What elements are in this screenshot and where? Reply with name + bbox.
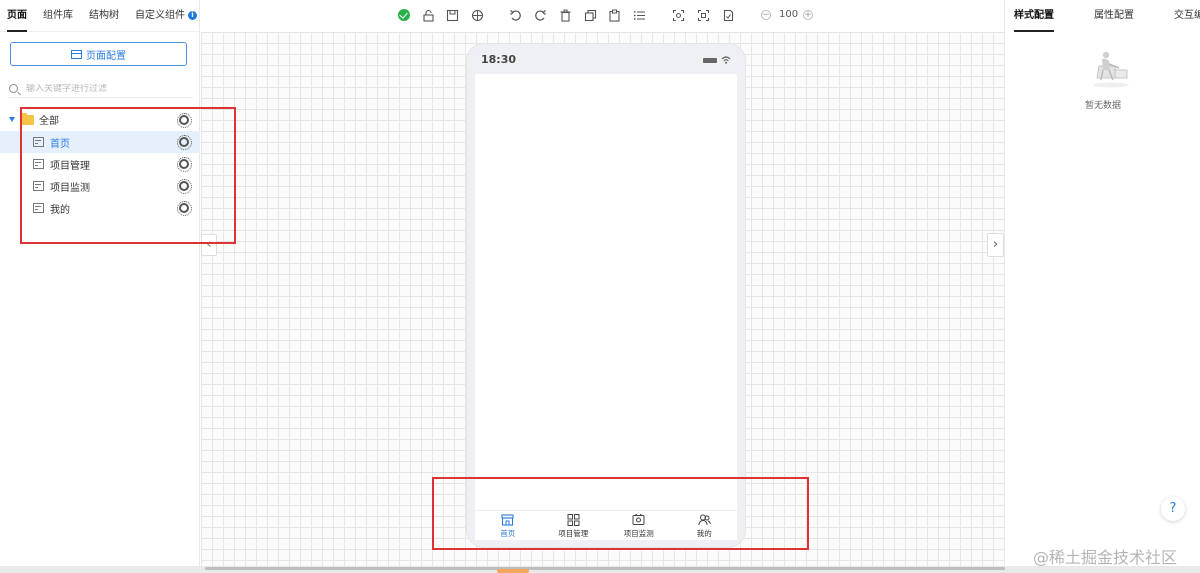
tab-custom-components[interactable]: 自定义组件 i — [135, 0, 197, 32]
gear-icon[interactable] — [177, 135, 192, 150]
phone-screen[interactable] — [475, 74, 737, 540]
gear-icon[interactable] — [177, 179, 192, 194]
left-panel: 页面 组件库 结构树 自定义组件i 页面配置 全部 首页 项目管理 — [0, 0, 200, 566]
crosshair-icon[interactable] — [471, 9, 484, 22]
phone-tab-label: 项目监测 — [623, 529, 654, 538]
trash-icon[interactable] — [559, 9, 572, 22]
tab-custom-components-label: 自定义组件 — [135, 9, 185, 21]
page-config-icon — [71, 49, 82, 59]
page-icon — [33, 181, 44, 191]
gear-icon[interactable] — [177, 113, 192, 128]
horizontal-scrollbar[interactable] — [205, 567, 1005, 570]
tab-style-config-label: 样式配置 — [1014, 10, 1054, 21]
phone-tab-project-management[interactable]: 项目管理 — [541, 511, 607, 540]
user-icon — [698, 514, 711, 526]
help-button[interactable]: ? — [1161, 497, 1185, 521]
tab-style-config[interactable]: 样式配置 — [1014, 0, 1054, 32]
monitor-icon — [632, 514, 645, 525]
grid-icon — [567, 514, 580, 526]
export-icon[interactable] — [722, 9, 735, 22]
tab-interaction-edit[interactable]: 交互编辑 — [1174, 0, 1200, 32]
phone-time: 18:30 — [481, 53, 517, 66]
info-icon[interactable]: i — [188, 10, 197, 20]
page-icon — [33, 159, 44, 169]
wifi-icon — [721, 56, 731, 64]
store-icon — [501, 514, 514, 526]
page-icon — [33, 137, 44, 147]
tab-interaction-edit-label: 交互编辑 — [1174, 10, 1200, 21]
tab-component-library[interactable]: 组件库 — [43, 0, 73, 32]
check-circle-icon[interactable] — [398, 9, 410, 21]
tree-root-label: 全部 — [39, 116, 59, 127]
tree-item-project-monitoring[interactable]: 项目监测 — [0, 175, 200, 197]
left-tab-bar: 页面 组件库 结构树 自定义组件 i — [0, 0, 199, 32]
scroll-indicator — [497, 569, 529, 573]
tree-item-label: 首页 — [50, 138, 70, 150]
gear-icon[interactable] — [177, 201, 192, 216]
tree-root[interactable]: 全部 — [0, 108, 200, 131]
undo-icon[interactable] — [509, 9, 522, 22]
tab-pages-label: 页面 — [7, 9, 27, 21]
search-input[interactable] — [26, 83, 186, 94]
phone-tab-home[interactable]: 首页 — [475, 511, 541, 540]
gear-icon[interactable] — [177, 157, 192, 172]
empty-state-illustration-icon — [1093, 51, 1129, 88]
phone-tabbar: 首页 项目管理 项目监测 我的 — [475, 510, 737, 540]
list-icon[interactable] — [633, 9, 646, 22]
paste-icon[interactable] — [608, 9, 621, 22]
phone-preview: 18:30 首页 项目管理 项目监测 我的 — [466, 43, 746, 548]
page-icon — [33, 203, 44, 213]
tree-item-label: 项目监测 — [50, 182, 90, 194]
search-bar — [8, 80, 193, 98]
page-config-label: 页面配置 — [86, 50, 126, 62]
unlock-icon[interactable] — [422, 9, 435, 22]
tab-structure-tree-label: 结构树 — [89, 9, 119, 21]
tree-item-mine[interactable]: 我的 — [0, 197, 200, 219]
tree-item-label: 我的 — [50, 204, 70, 216]
page-config-button[interactable]: 页面配置 — [10, 42, 187, 66]
battery-icon — [703, 58, 717, 63]
save-icon[interactable] — [446, 9, 459, 22]
caret-down-icon[interactable] — [9, 117, 15, 122]
right-panel: 样式配置 属性配置 交互编辑 暂无数据 — [1004, 0, 1200, 566]
phone-tab-label: 我的 — [696, 529, 712, 538]
scan-icon[interactable] — [697, 9, 710, 22]
tab-pages[interactable]: 页面 — [7, 0, 27, 32]
screenshot-icon[interactable] — [672, 9, 685, 22]
phone-tab-label: 项目管理 — [558, 529, 589, 538]
zoom-level: 100 — [779, 9, 799, 20]
tab-attribute-config[interactable]: 属性配置 — [1094, 0, 1134, 32]
tree-item-project-management[interactable]: 项目管理 — [0, 153, 200, 175]
page-tree: 全部 首页 项目管理 项目监测 我的 — [0, 108, 200, 219]
phone-tab-mine[interactable]: 我的 — [672, 511, 738, 540]
tab-component-library-label: 组件库 — [43, 9, 73, 21]
collapse-left-button[interactable]: ‹ — [201, 234, 217, 256]
empty-state-text: 暂无数据 — [1084, 101, 1121, 111]
right-tab-bar: 样式配置 属性配置 交互编辑 — [1005, 0, 1200, 32]
copy-icon[interactable] — [584, 9, 597, 22]
phone-tab-project-monitoring[interactable]: 项目监测 — [606, 511, 672, 540]
redo-icon[interactable] — [534, 9, 547, 22]
tab-structure-tree[interactable]: 结构树 — [89, 0, 119, 32]
zoom-in-button[interactable]: + — [803, 10, 813, 20]
tree-item-label: 项目管理 — [50, 160, 90, 172]
search-icon — [9, 84, 18, 93]
folder-icon — [21, 112, 34, 125]
zoom-out-button[interactable]: − — [761, 10, 771, 20]
collapse-right-button[interactable]: › — [987, 233, 1004, 257]
tab-attribute-config-label: 属性配置 — [1094, 10, 1134, 21]
tree-item-home[interactable]: 首页 — [0, 131, 200, 153]
watermark: @稀土掘金技术社区 — [1033, 548, 1178, 567]
editor-toolbar: − 100 + — [201, 0, 1004, 32]
phone-tab-label: 首页 — [500, 529, 516, 538]
phone-status-bar: 18:30 — [467, 44, 745, 74]
